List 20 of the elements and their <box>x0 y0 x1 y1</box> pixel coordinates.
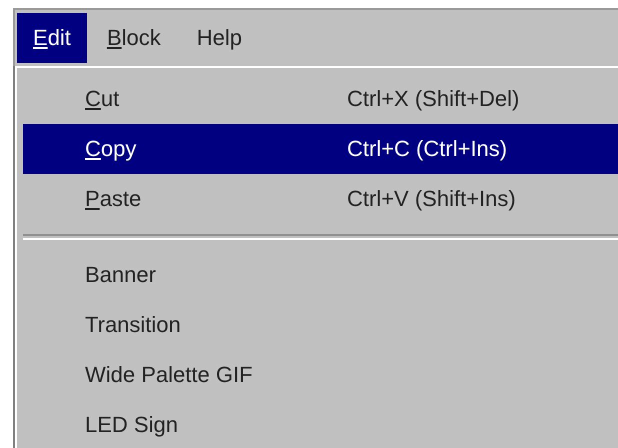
menu-item[interactable]: Transition <box>23 300 618 350</box>
item-label: Wide Palette GIF <box>85 362 254 388</box>
menu-item[interactable]: Cut Ctrl+X (Shift+Del) <box>23 74 618 124</box>
shortcut-label: Ctrl+C (Ctrl+Ins) <box>347 136 508 162</box>
menu-title[interactable]: Block <box>90 13 177 63</box>
item-label: Cut <box>85 86 120 112</box>
menu-title[interactable]: Help <box>180 13 258 63</box>
item-label: Paste <box>85 186 142 212</box>
item-label: Transition <box>85 312 182 338</box>
menu-item[interactable]: LED Sign <box>23 400 618 448</box>
menu-item[interactable]: Wide Palette GIF <box>23 350 618 400</box>
menu-item[interactable]: Banner <box>23 250 618 300</box>
item-label: Copy <box>85 136 138 162</box>
shortcut-label: Ctrl+V (Shift+Ins) <box>347 186 516 212</box>
shortcut-label: Ctrl+X (Shift+Del) <box>347 86 520 112</box>
item-label: LED Sign <box>85 412 179 438</box>
menu-item[interactable]: Paste Ctrl+V (Shift+Ins) <box>23 174 618 224</box>
menu-item[interactable]: Copy Ctrl+C (Ctrl+Ins) <box>23 124 618 174</box>
item-label: Banner <box>85 262 157 288</box>
menu-title[interactable]: Edit <box>17 13 87 63</box>
